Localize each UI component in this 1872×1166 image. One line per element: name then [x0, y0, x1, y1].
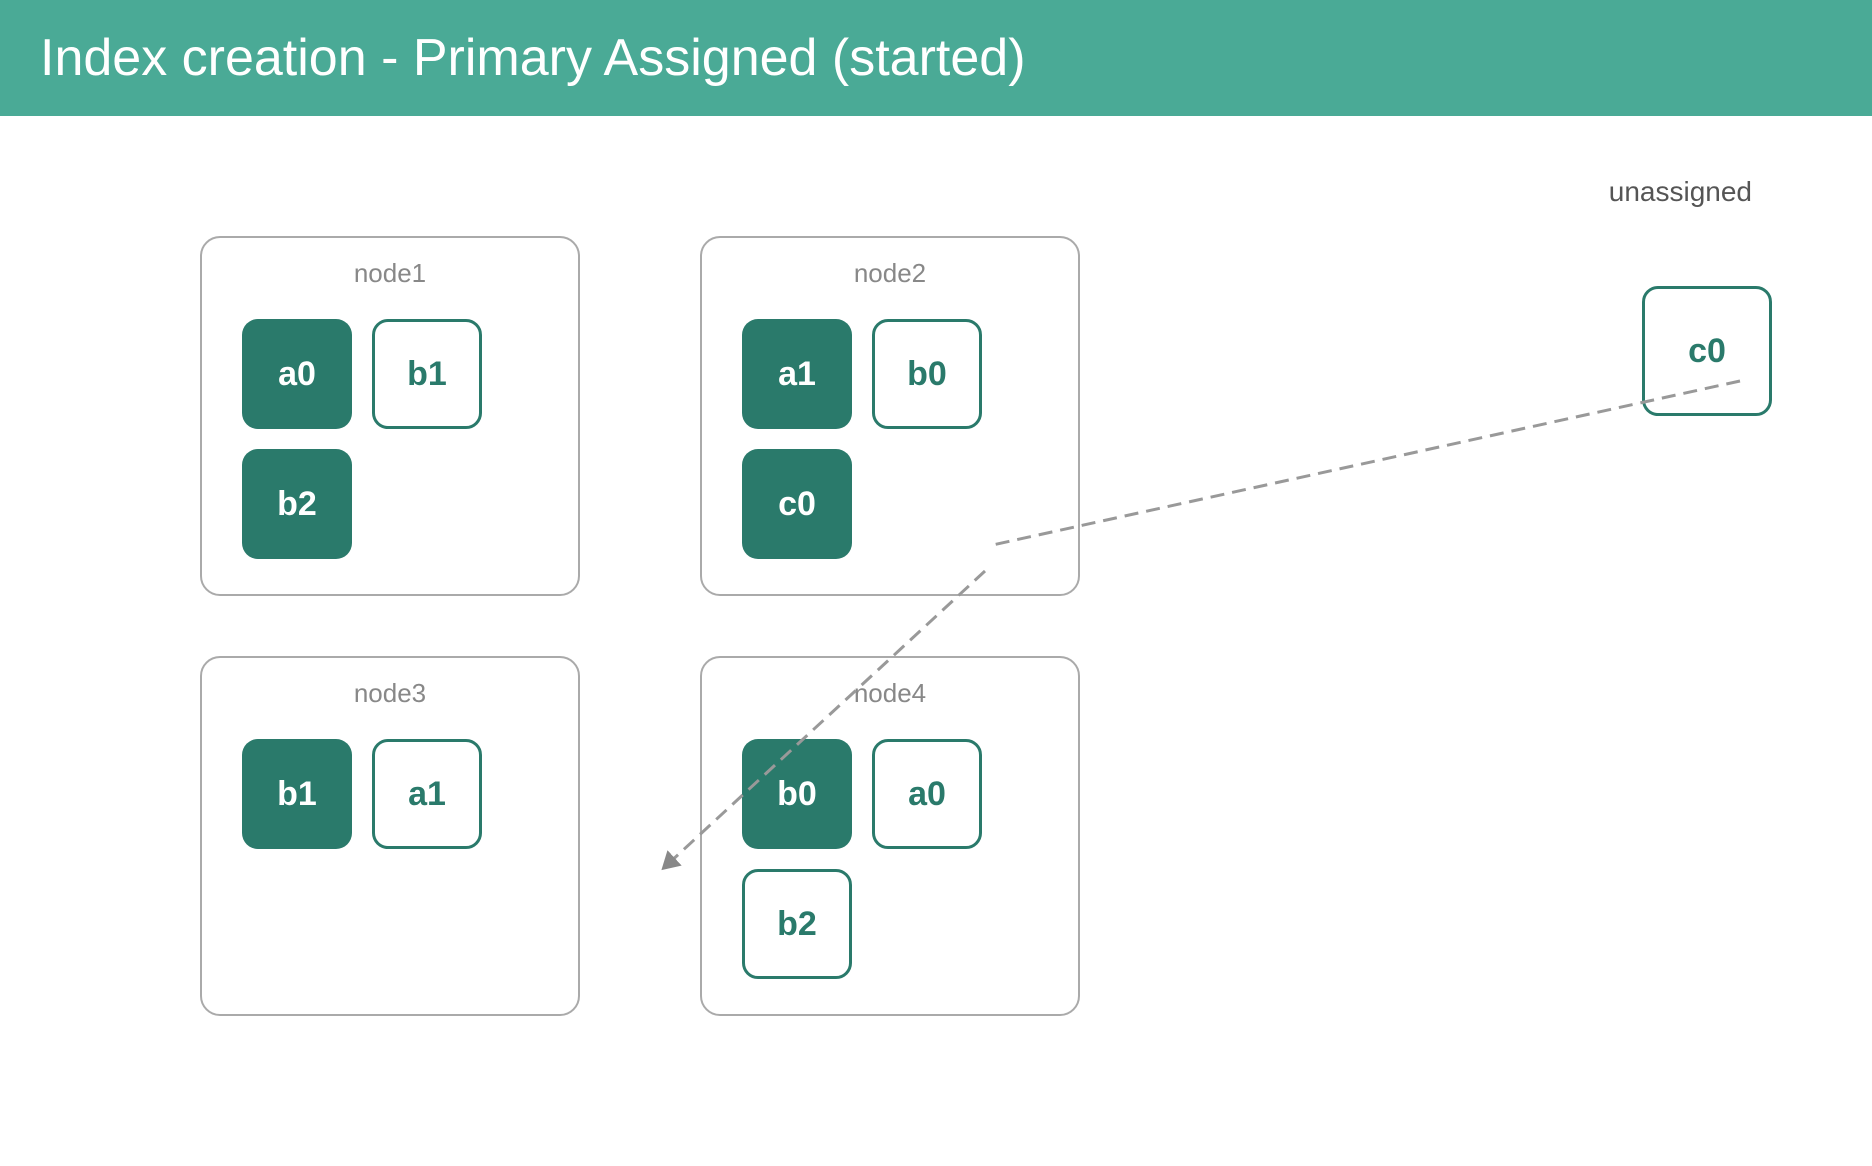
shard-b0-node4: b0	[742, 739, 852, 849]
node-box-node1: node1 a0 b1 b2	[200, 236, 580, 596]
shard-b0: b0	[872, 319, 982, 429]
shard-c0-node2: c0	[742, 449, 852, 559]
unassigned-shard: c0	[1642, 286, 1772, 416]
node1-shards: a0 b1 b2	[232, 309, 548, 569]
shard-b1-node3: b1	[242, 739, 352, 849]
node-box-node2: node2 a1 b0 c0	[700, 236, 1080, 596]
node2-shards: a1 b0 c0	[732, 309, 1048, 569]
shard-b2-node4: b2	[742, 869, 852, 979]
shard-a0: a0	[242, 319, 352, 429]
main-content: unassigned c0 node1 a0 b1 b2 node2 a1 b0…	[0, 116, 1872, 1166]
node-box-node3: node3 b1 a1	[200, 656, 580, 1016]
shard-a1-node3: a1	[372, 739, 482, 849]
node-box-node4: node4 b0 a0 b2	[700, 656, 1080, 1016]
shard-b1: b1	[372, 319, 482, 429]
page-title: Index creation - Primary Assigned (start…	[40, 28, 1832, 88]
node3-label: node3	[232, 678, 548, 709]
header: Index creation - Primary Assigned (start…	[0, 0, 1872, 116]
shard-a1: a1	[742, 319, 852, 429]
node4-shards: b0 a0 b2	[732, 729, 1048, 989]
node1-label: node1	[232, 258, 548, 289]
nodes-grid: node1 a0 b1 b2 node2 a1 b0 c0 node3 b1 a…	[200, 236, 1080, 1016]
shard-a0-node4: a0	[872, 739, 982, 849]
node4-label: node4	[732, 678, 1048, 709]
unassigned-shard-label: c0	[1688, 332, 1726, 371]
unassigned-label: unassigned	[1609, 176, 1752, 208]
node2-label: node2	[732, 258, 1048, 289]
dashed-arrow-unassigned-to-node2	[988, 381, 1740, 546]
shard-b2: b2	[242, 449, 352, 559]
node3-shards: b1 a1	[232, 729, 548, 859]
